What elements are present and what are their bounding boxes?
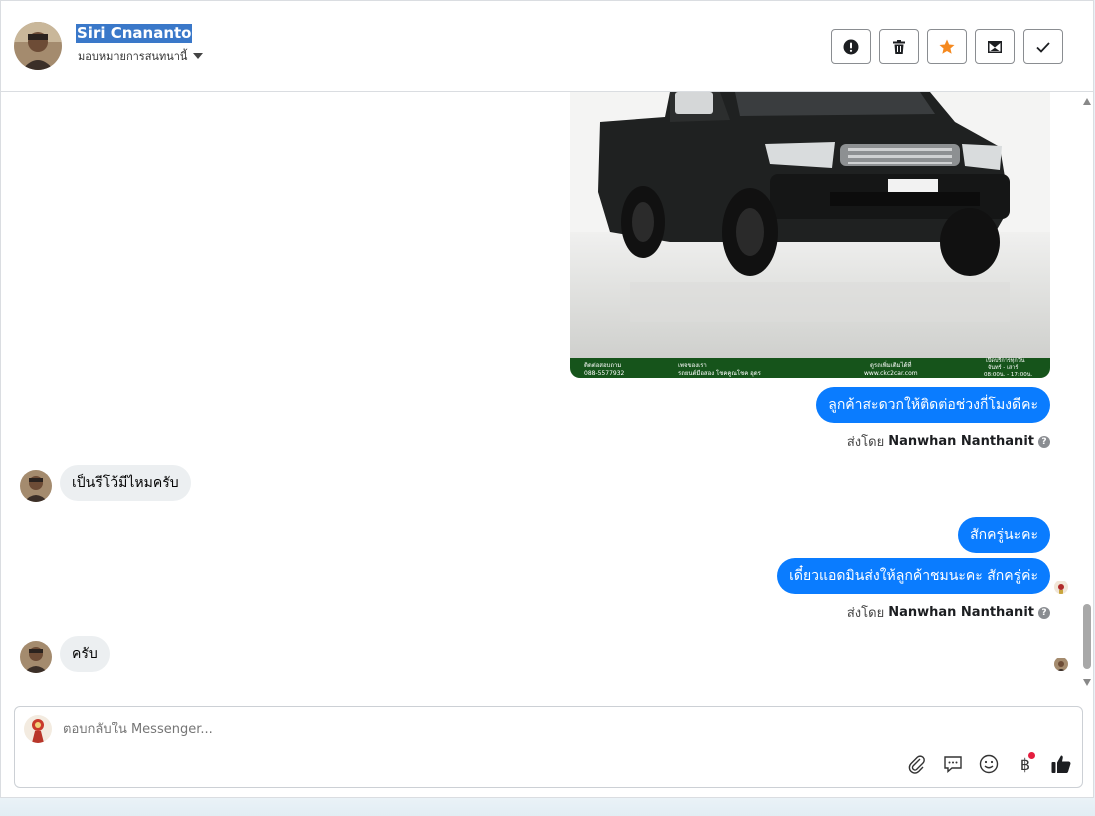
assign-conversation-dropdown[interactable]: มอบหมายการสนทนานี้ [78, 47, 204, 65]
contact-avatar-small[interactable] [20, 470, 52, 502]
help-icon[interactable]: ? [1038, 606, 1050, 619]
emoji-button[interactable] [978, 753, 1000, 775]
attach-button[interactable] [906, 753, 928, 775]
composer-toolbar: ฿ [906, 752, 1072, 775]
spam-button[interactable] [831, 29, 871, 64]
incoming-message[interactable]: ครับ [60, 636, 110, 672]
trash-icon [893, 39, 905, 54]
envelope-icon [988, 40, 1002, 53]
reply-composer: ฿ [14, 706, 1083, 788]
thread-scrollbar[interactable] [1081, 94, 1095, 690]
sent-by-label: ส่งโดย Nanwhan Nanthanit ? [847, 602, 1050, 623]
banner-hours-title: เปิดบริการทุกวัน [986, 357, 1025, 364]
notification-dot [1028, 752, 1035, 759]
reply-input[interactable] [63, 722, 863, 737]
scroll-down-arrow-icon[interactable] [1083, 679, 1091, 686]
conversation-header: Siri Cnananto มอบหมายการสนทนานี้ [1, 1, 1094, 92]
payment-button[interactable]: ฿ [1014, 752, 1036, 775]
help-icon[interactable]: ? [1038, 435, 1050, 448]
page-avatar [24, 715, 52, 743]
sent-by-name: Nanwhan Nanthanit [888, 434, 1034, 449]
banner-page-title: เพจของเรา [678, 362, 707, 369]
alert-circle-icon [843, 39, 859, 54]
read-receipt-avatar [1054, 580, 1068, 594]
mark-unread-button[interactable] [975, 29, 1015, 64]
banner-days: จันทร์ - เสาร์ [988, 364, 1018, 371]
contact-avatar[interactable] [14, 22, 62, 70]
star-button[interactable] [927, 29, 967, 64]
banner-site: www.ckc2car.com [864, 370, 918, 377]
message-thread: ติดต่อสอบถาม 088-5577932 เพจของเรา รถยนต… [1, 92, 1081, 697]
banner-contact-title: ติดต่อสอบถาม [584, 362, 621, 369]
done-button[interactable] [1023, 29, 1063, 64]
scrollbar-thumb[interactable] [1083, 604, 1091, 669]
banner-site-title: ดูรถเพิ่มเติมได้ที่ [870, 361, 912, 369]
seen-by-contact-avatar [1054, 657, 1068, 671]
star-icon [939, 39, 955, 54]
assign-label: มอบหมายการสนทนานี้ [78, 50, 188, 63]
banner-phone: 088-5577932 [584, 370, 625, 377]
paperclip-icon [908, 755, 925, 774]
page-background [0, 798, 1095, 816]
like-button[interactable] [1050, 753, 1072, 775]
outgoing-message[interactable]: ลูกค้าสะดวกให้ติดต่อช่วงกี่โมงดีคะ [816, 387, 1050, 423]
delete-button[interactable] [879, 29, 919, 64]
outgoing-message[interactable]: เดี๋ยวแอดมินส่งให้ลูกค้าชมนะคะ สักครู่ค่… [777, 558, 1050, 594]
scroll-up-arrow-icon[interactable] [1083, 98, 1091, 105]
banner-time: 08:00น. - 17:00น. [984, 372, 1032, 378]
incoming-message[interactable]: เป็นรีโว้มีไหมครับ [60, 465, 191, 501]
conversation-panel: Siri Cnananto มอบหมายการสนทนานี้ ติดต่อส… [0, 0, 1094, 798]
contact-avatar-small[interactable] [20, 641, 52, 673]
sent-by-prefix: ส่งโดย [846, 435, 885, 450]
caret-down-icon [193, 53, 204, 59]
saved-replies-button[interactable] [942, 753, 964, 775]
smiley-icon [979, 754, 999, 774]
contact-name[interactable]: Siri Cnananto [76, 24, 193, 43]
check-icon [1036, 41, 1050, 53]
outgoing-message[interactable]: สักครู่นะคะ [958, 517, 1050, 553]
thumbs-up-icon [1051, 755, 1071, 773]
conversation-actions [831, 29, 1063, 64]
sent-by-label: ส่งโดย Nanwhan Nanthanit ? [847, 431, 1050, 452]
sent-by-name: Nanwhan Nanthanit [888, 605, 1034, 620]
chat-bubble-icon [944, 756, 962, 774]
car-photo-attachment[interactable]: ติดต่อสอบถาม 088-5577932 เพจของเรา รถยนต… [570, 92, 1050, 378]
sent-by-prefix: ส่งโดย [846, 606, 885, 621]
banner-page-name: รถยนต์มือสอง โชคคูณโชค อุดร [678, 369, 762, 377]
